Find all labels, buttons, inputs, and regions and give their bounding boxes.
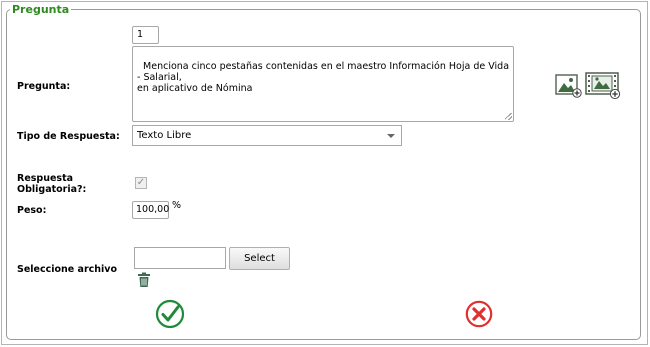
add-image-icon	[555, 74, 582, 98]
tipo-respuesta-value: Texto Libre	[137, 130, 192, 141]
peso-unit: %	[172, 200, 182, 211]
trash-icon	[138, 272, 150, 287]
tipo-respuesta-select[interactable]: Texto Libre	[132, 125, 402, 146]
question-text: Menciona cinco pestañas contenidas en el…	[137, 61, 510, 94]
peso-input[interactable]: 100,00	[132, 201, 169, 219]
respuesta-obligatoria-label: Respuesta Obligatoria?:	[17, 173, 87, 195]
cancel-button[interactable]	[465, 300, 493, 331]
question-number-input[interactable]: 1	[132, 26, 159, 44]
question-textarea[interactable]: Menciona cinco pestañas contenidas en el…	[132, 46, 514, 122]
delete-file-button[interactable]	[137, 272, 151, 291]
fieldset-legend: Pregunta	[12, 3, 70, 16]
file-path-input[interactable]	[134, 247, 226, 269]
add-video-icon	[585, 72, 621, 100]
add-image-button[interactable]	[555, 73, 582, 101]
pregunta-label: Pregunta:	[17, 81, 71, 92]
chevron-down-icon	[387, 134, 395, 138]
peso-label: Peso:	[17, 205, 47, 216]
tipo-respuesta-label: Tipo de Respuesta:	[17, 131, 120, 142]
close-circle-icon	[465, 300, 493, 328]
respuesta-obligatoria-checkbox[interactable]: ✓	[135, 177, 147, 189]
add-video-button[interactable]	[585, 71, 622, 103]
select-file-button[interactable]: Select	[229, 247, 290, 270]
check-circle-icon	[155, 299, 185, 329]
resize-grip-icon[interactable]	[505, 113, 512, 120]
seleccione-archivo-label: Seleccione archivo	[17, 264, 118, 275]
accept-button[interactable]	[155, 299, 185, 332]
